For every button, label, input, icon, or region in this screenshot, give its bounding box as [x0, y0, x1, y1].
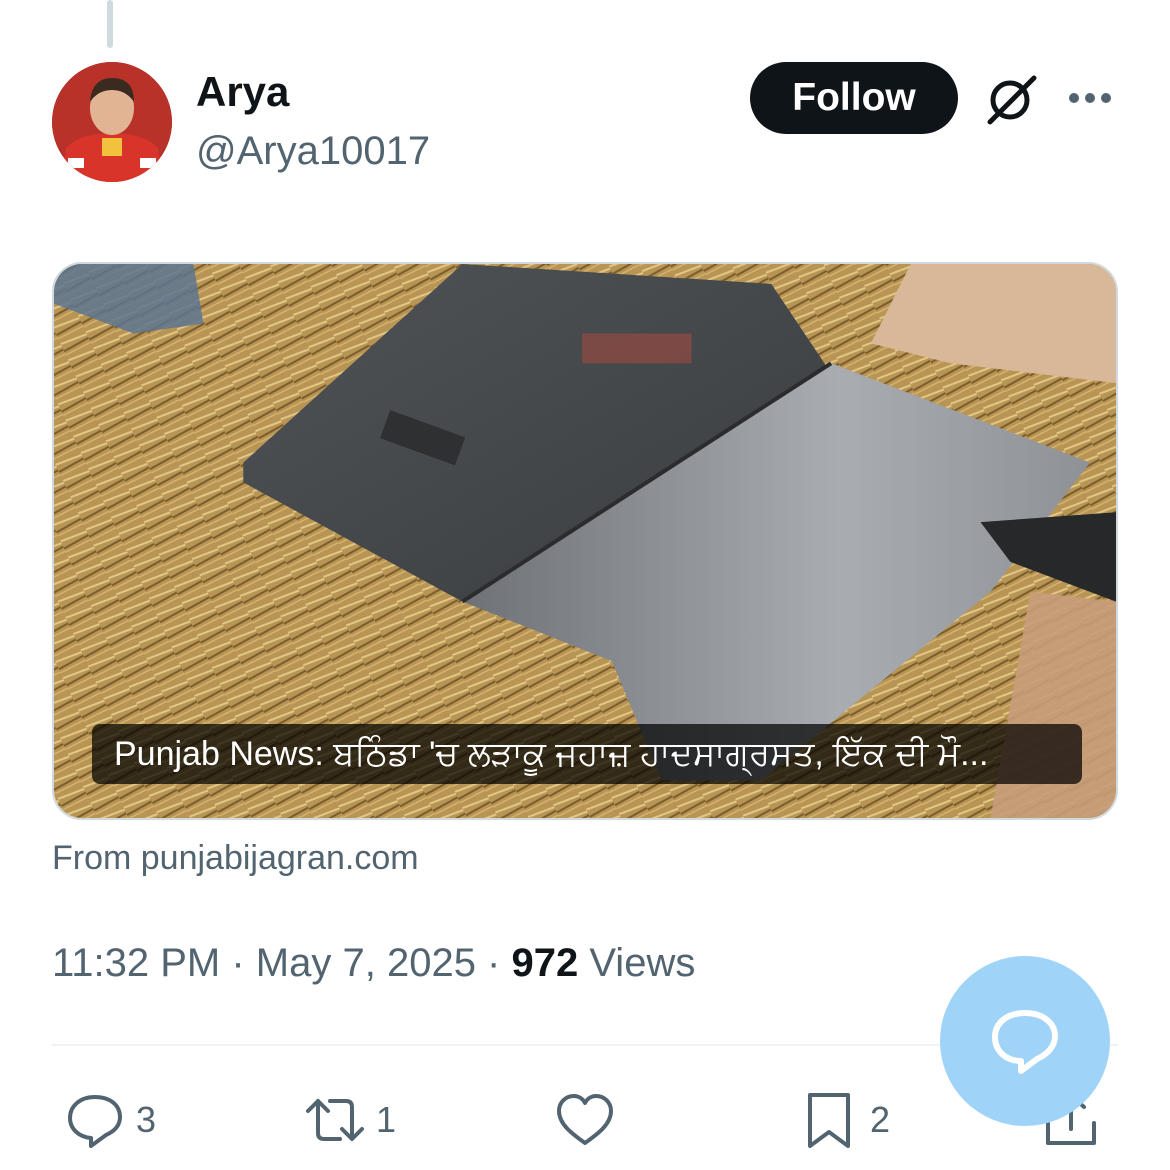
compose-reply-button[interactable] [940, 956, 1110, 1126]
repost-count: 1 [376, 1099, 397, 1140]
compose-reply-icon [992, 1010, 1058, 1074]
bookmark-icon [808, 1093, 850, 1148]
more-icon[interactable] [1062, 78, 1118, 118]
repost-icon [306, 1099, 364, 1141]
avatar[interactable] [52, 62, 172, 182]
link-card-title: Punjab News: ਬਠਿੰਡਾ 'ਚ ਲੜਾਕੂ ਜਹਾਜ਼ ਹਾਦਸਾ… [92, 724, 1082, 784]
like-icon [557, 1094, 613, 1145]
bookmark-button[interactable]: 2 [798, 1088, 890, 1152]
link-card[interactable]: Punjab News: ਬਠਿੰਡਾ 'ਚ ਲੜਾਕੂ ਜਹਾਜ਼ ਹਾਦਸਾ… [52, 262, 1118, 820]
tweet-date[interactable]: May 7, 2025 [256, 941, 476, 985]
meta-separator: · [475, 941, 512, 985]
repost-button[interactable]: 1 [304, 1088, 396, 1152]
reply-icon [68, 1095, 122, 1148]
meta-separator: · [220, 941, 256, 985]
tweet-metadata: 11:32 PM · May 7, 2025 · 972 Views [52, 938, 695, 988]
author-handle[interactable]: @Arya10017 [196, 128, 430, 174]
grok-icon[interactable] [982, 72, 1042, 126]
follow-button[interactable]: Follow [750, 62, 958, 134]
author-display-name[interactable]: Arya [196, 68, 289, 116]
views-count: 972 [511, 941, 579, 985]
like-button[interactable] [554, 1088, 616, 1152]
tweet-time[interactable]: 11:32 PM [52, 941, 220, 985]
reply-button[interactable]: 3 [64, 1088, 156, 1152]
bookmark-count: 2 [870, 1099, 891, 1140]
views-label: Views [578, 941, 696, 985]
link-source[interactable]: From punjabijagran.com [52, 838, 419, 878]
reply-count: 3 [136, 1099, 157, 1140]
thread-connector-line [107, 0, 113, 48]
